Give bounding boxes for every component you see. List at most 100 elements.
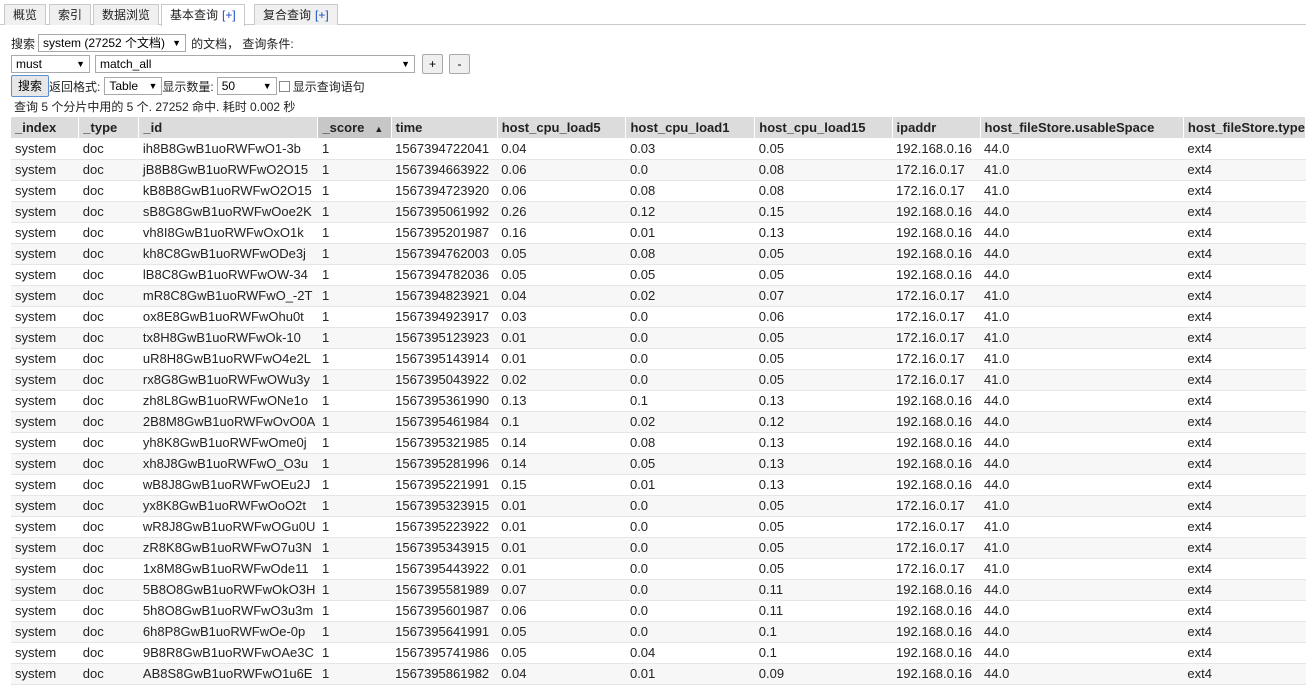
table-row[interactable]: system doc sB8G8GwB1uoRWFwOoe2K 1 1567395061… [11, 201, 1306, 223]
table-cell: 1567395143914 [391, 348, 498, 370]
table-row[interactable]: system doc zh8L8GwB1uoRWFwONe1o 1 1567395361… [11, 390, 1306, 412]
table-row[interactable]: system doc 2B8M8GwB1uoRWFwOvO0A 1 1567395461… [11, 411, 1306, 433]
table-cell: 44.0 [980, 264, 1184, 286]
bool-select[interactable]: must ▼ [11, 55, 90, 73]
tab-compound-query[interactable]: 复合查询 [+] [254, 4, 338, 25]
tab-add-link[interactable]: [+] [222, 8, 236, 22]
table-row[interactable]: system doc kh8C8GwB1uoRWFwODe3j 1 1567394762… [11, 243, 1306, 265]
table-row[interactable]: system doc 9B8R8GwB1uoRWFwOAe3C 1 1567395741… [11, 642, 1306, 664]
column-header-cpu-load1[interactable]: host_cpu_load1 [625, 117, 756, 138]
table-row[interactable]: system doc 5h8O8GwB1uoRWFwO3u3m 1 1567395601… [11, 600, 1306, 622]
table-cell: system [11, 432, 79, 454]
table-row[interactable]: system doc ih8B8GwB1uoRWFwO1-3b 1 1567394722… [11, 138, 1306, 160]
table-cell: 0.07 [754, 285, 893, 307]
table-row[interactable]: system doc uR8H8GwB1uoRWFwO4e2L 1 1567395143… [11, 348, 1306, 370]
table-cell: 172.16.0.17 [892, 327, 981, 349]
table-cell: 44.0 [980, 222, 1184, 244]
table-cell: 192.168.0.16 [892, 222, 981, 244]
table-cell: system [11, 642, 79, 664]
table-cell: 0.08 [625, 243, 755, 265]
table-cell: system [11, 201, 79, 223]
table-row[interactable]: system doc AB8S8GwB1uoRWFwO1u6E 1 1567395861… [11, 663, 1306, 685]
table-cell: 0.0 [625, 348, 755, 370]
format-select[interactable]: Table ▼ [104, 77, 163, 95]
column-header-time[interactable]: time [391, 117, 498, 138]
tab-label: 概览 [13, 8, 38, 22]
query-type-select[interactable]: match_all ▼ [95, 55, 415, 73]
table-cell: doc [78, 558, 139, 580]
column-header-usable-space[interactable]: host_fileStore.usableSpace [980, 117, 1184, 138]
column-header-filestore-type[interactable]: host_fileStore.type [1183, 117, 1306, 138]
table-cell: 1 [317, 558, 392, 580]
table-cell: zh8L8GwB1uoRWFwONe1o [138, 390, 318, 412]
table-row[interactable]: system doc ox8E8GwB1uoRWFwOhu0t 1 1567394923… [11, 306, 1306, 328]
table-row[interactable]: system doc vh8I8GwB1uoRWFwOxO1k 1 1567395201… [11, 222, 1306, 244]
tab-basic-query[interactable]: 基本查询 [+] [161, 4, 245, 26]
table-row[interactable]: system doc yx8K8GwB1uoRWFwOoO2t 1 1567395323… [11, 495, 1306, 517]
table-row[interactable]: system doc kB8B8GwB1uoRWFwO2O15 1 1567394723… [11, 180, 1306, 202]
table-cell: 44.0 [980, 201, 1184, 223]
table-row[interactable]: system doc wR8J8GwB1uoRWFwOGu0U 1 1567395223… [11, 516, 1306, 538]
column-header-id[interactable]: _id [138, 117, 319, 138]
table-cell: system [11, 222, 79, 244]
table-cell: 0.16 [497, 222, 626, 244]
column-header-cpu-load5[interactable]: host_cpu_load5 [497, 117, 627, 138]
show-query-checkbox[interactable] [278, 80, 290, 92]
tab-indices[interactable]: 索引 [49, 4, 92, 25]
table-row[interactable]: system doc yh8K8GwB1uoRWFwOme0j 1 1567395321… [11, 432, 1306, 454]
table-cell: ext4 [1183, 222, 1306, 244]
table-cell: system [11, 663, 79, 685]
table-row[interactable]: system doc 5B8O8GwB1uoRWFwOkO3H 1 1567395581… [11, 579, 1306, 601]
table-cell: 0.15 [497, 474, 626, 496]
table-row[interactable]: system doc tx8H8GwB1uoRWFwOk-10 1 1567395123… [11, 327, 1306, 349]
column-header-index[interactable]: _index [11, 117, 80, 138]
table-row[interactable]: system doc rx8G8GwB1uoRWFwOWu3y 1 1567395043… [11, 369, 1306, 391]
column-header-type[interactable]: _type [78, 117, 140, 138]
table-cell: 1567394923917 [391, 306, 498, 328]
table-cell: 0.1 [754, 621, 893, 643]
table-cell: 1 [317, 600, 392, 622]
table-cell: system [11, 159, 79, 181]
table-row[interactable]: system doc xh8J8GwB1uoRWFwO_O3u 1 1567395281… [11, 453, 1306, 475]
table-cell: doc [78, 390, 139, 412]
table-cell: 1x8M8GwB1uoRWFwOde11 [138, 558, 318, 580]
table-cell: 192.168.0.16 [892, 390, 981, 412]
column-header-cpu-load15[interactable]: host_cpu_load15 [754, 117, 893, 138]
table-cell: 0.14 [497, 453, 626, 475]
table-cell: 0.01 [625, 222, 755, 244]
table-row[interactable]: system doc jB8B8GwB1uoRWFwO2O15 1 1567394663… [11, 159, 1306, 181]
table-row[interactable]: system doc zR8K8GwB1uoRWFwO7u3N 1 1567395343… [11, 537, 1306, 559]
table-cell: 0.05 [754, 369, 893, 391]
column-header-ipaddr[interactable]: ipaddr [892, 117, 981, 138]
tab-add-link[interactable]: [+] [315, 8, 329, 22]
table-cell: 0.05 [497, 243, 626, 265]
index-select[interactable]: system (27252 个文档) ▼ [38, 34, 187, 52]
table-cell: 0.05 [497, 264, 626, 286]
table-row[interactable]: system doc 1x8M8GwB1uoRWFwOde11 1 1567395443… [11, 558, 1306, 580]
table-cell: 0.0 [625, 558, 755, 580]
column-header-score[interactable]: _score ▲ [317, 117, 392, 138]
table-row[interactable]: system doc mR8C8GwB1uoRWFwO_-2T 1 1567394823… [11, 285, 1306, 307]
table-cell: vh8I8GwB1uoRWFwOxO1k [138, 222, 318, 244]
remove-clause-button[interactable]: - [449, 54, 470, 74]
tab-browser[interactable]: 数据浏览 [93, 4, 160, 25]
table-cell: ext4 [1183, 369, 1306, 391]
search-button[interactable]: 搜索 [11, 75, 50, 97]
table-cell: 0.01 [497, 348, 626, 370]
table-cell: 1567394663922 [391, 159, 498, 181]
table-body: system doc ih8B8GwB1uoRWFwO1-3b 1 1567394722… [11, 138, 1306, 685]
column-header-label: _id [143, 120, 163, 135]
tab-overview[interactable]: 概览 [4, 4, 47, 25]
table-cell: kh8C8GwB1uoRWFwODe3j [138, 243, 318, 265]
add-clause-button[interactable]: + [422, 54, 443, 74]
table-row[interactable]: system doc wB8J8GwB1uoRWFwOEu2J 1 1567395221… [11, 474, 1306, 496]
table-cell: 1 [317, 579, 392, 601]
table-cell: 1 [317, 348, 392, 370]
table-cell: 44.0 [980, 390, 1184, 412]
table-cell: 0.08 [625, 432, 755, 454]
table-row[interactable]: system doc 6h8P8GwB1uoRWFwOe-0p 1 1567395641… [11, 621, 1306, 643]
table-cell: ext4 [1183, 516, 1306, 538]
size-select[interactable]: 50 ▼ [216, 77, 277, 95]
table-row[interactable]: system doc lB8C8GwB1uoRWFwOW-34 1 1567394782… [11, 264, 1306, 286]
table-cell: 5B8O8GwB1uoRWFwOkO3H [138, 579, 318, 601]
